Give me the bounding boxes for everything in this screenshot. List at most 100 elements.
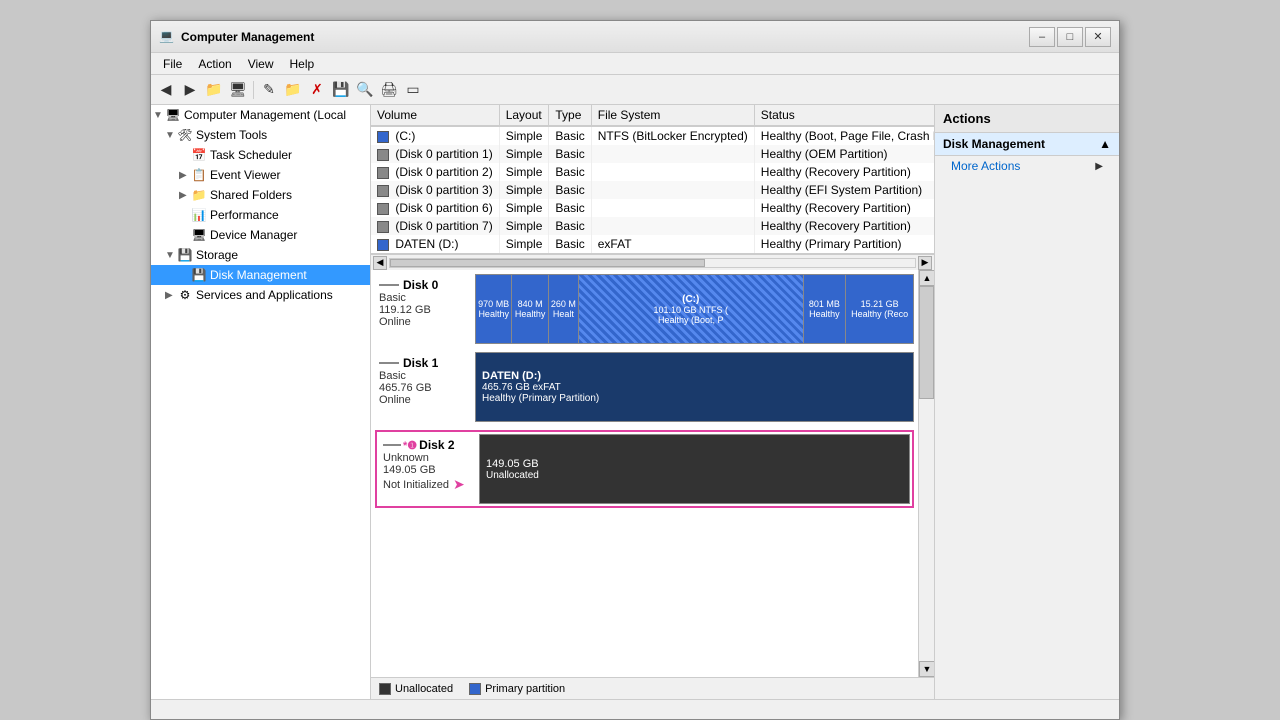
menu-help[interactable]: Help bbox=[282, 55, 323, 73]
cell-volume: (Disk 0 partition 3) bbox=[371, 181, 499, 199]
properties-button[interactable]: ▭ bbox=[402, 79, 424, 101]
arrow-cursor: ➤ bbox=[453, 476, 465, 493]
menu-action[interactable]: Action bbox=[190, 55, 239, 73]
disk0-part-c[interactable]: (C:) 101.10 GB NTFS ( Healthy (Boot, P bbox=[579, 275, 804, 343]
tree-item-computer-mgmt[interactable]: ▼ 🖥 Computer Management (Local bbox=[151, 105, 370, 125]
help-button[interactable]: 🔍 bbox=[354, 79, 376, 101]
disk0-part1[interactable]: 970 MB Healthy bbox=[476, 275, 512, 343]
disk1-size: 465.76 GB bbox=[379, 382, 471, 394]
disk1-part-d[interactable]: DATEN (D:) 465.76 GB exFAT Healthy (Prim… bbox=[476, 353, 913, 421]
v-scroll-track[interactable] bbox=[919, 286, 934, 661]
scroll-left-button[interactable]: ◀ bbox=[373, 256, 387, 270]
disk0-row: Disk 0 Basic 119.12 GB Online 970 MB Hea… bbox=[375, 274, 914, 344]
part-label: 260 M bbox=[551, 299, 576, 309]
table-row[interactable]: (C:) Simple Basic NTFS (BitLocker Encryp… bbox=[371, 126, 934, 145]
tree-panel: ▼ 🖥 Computer Management (Local ▼ 🛠 Syste… bbox=[151, 105, 371, 699]
disk0-part2[interactable]: 840 M Healthy bbox=[512, 275, 548, 343]
computer-icon: 🖥 bbox=[165, 107, 181, 123]
services-icon: ⚙ bbox=[177, 287, 193, 303]
disk0-status: Online bbox=[379, 316, 471, 328]
col-filesystem[interactable]: File System bbox=[591, 105, 754, 126]
configure-button[interactable]: ✎ bbox=[258, 79, 280, 101]
cancel-button[interactable]: ✗ bbox=[306, 79, 328, 101]
actions-section-title[interactable]: Disk Management ▲ bbox=[935, 133, 1119, 156]
tree-item-performance[interactable]: ▶ 📊 Performance bbox=[151, 205, 370, 225]
disk0-part3[interactable]: 260 M Healt bbox=[549, 275, 579, 343]
cell-filesystem bbox=[591, 217, 754, 235]
shared-folders-icon: 📁 bbox=[191, 187, 207, 203]
col-layout[interactable]: Layout bbox=[499, 105, 549, 126]
scroll-track[interactable] bbox=[389, 258, 916, 268]
close-button[interactable]: ✕ bbox=[1085, 27, 1111, 47]
up-button[interactable]: 📁 bbox=[203, 79, 225, 101]
tree-item-services-apps[interactable]: ▶ ⚙ Services and Applications bbox=[151, 285, 370, 305]
forward-button[interactable]: ▶ bbox=[179, 79, 201, 101]
disk0-part6[interactable]: 801 MB Healthy bbox=[804, 275, 847, 343]
part-sublabel: Healthy bbox=[809, 309, 840, 319]
col-type[interactable]: Type bbox=[549, 105, 591, 126]
show-console-button[interactable]: 🖥 bbox=[227, 79, 249, 101]
part-sublabel: 101.10 GB NTFS ( bbox=[653, 305, 728, 315]
cell-volume: (C:) bbox=[371, 126, 499, 145]
tree-label-device-manager: Device Manager bbox=[210, 228, 297, 242]
window-title: Computer Management bbox=[181, 30, 1029, 44]
toolbar: ◀ ▶ 📁 🖥 ✎ 📁 ✗ 💾 🔍 🖨 ▭ bbox=[151, 75, 1119, 105]
cell-filesystem bbox=[591, 181, 754, 199]
unallocated-box bbox=[379, 683, 391, 695]
tree-item-system-tools[interactable]: ▼ 🛠 System Tools bbox=[151, 125, 370, 145]
disk2-container: *❶ Disk 2 Unknown 149.05 GB Not Initiali… bbox=[375, 430, 914, 508]
disk2-unallocated[interactable]: 149.05 GB Unallocated bbox=[480, 435, 909, 503]
unalloc-size: 149.05 GB bbox=[486, 458, 539, 470]
arrow-icon: ▶ bbox=[179, 150, 191, 161]
table-row[interactable]: (Disk 0 partition 1) Simple Basic Health… bbox=[371, 145, 934, 163]
menu-file[interactable]: File bbox=[155, 55, 190, 73]
part-label: 801 MB bbox=[809, 299, 840, 309]
tree-item-storage[interactable]: ▼ 💾 Storage bbox=[151, 245, 370, 265]
tree-item-event-viewer[interactable]: ▶ 📋 Event Viewer bbox=[151, 165, 370, 185]
scroll-thumb[interactable] bbox=[390, 259, 705, 267]
menu-view[interactable]: View bbox=[240, 55, 282, 73]
scroll-up-button[interactable]: ▲ bbox=[919, 270, 934, 286]
maximize-button[interactable]: □ bbox=[1057, 27, 1083, 47]
more-actions-label: More Actions bbox=[951, 159, 1020, 173]
new-window-button[interactable]: 📁 bbox=[282, 79, 304, 101]
disk2-type: Unknown bbox=[383, 452, 475, 464]
tree-item-task-scheduler[interactable]: ▶ 📅 Task Scheduler bbox=[151, 145, 370, 165]
main-content: ▼ 🖥 Computer Management (Local ▼ 🛠 Syste… bbox=[151, 105, 1119, 699]
table-row[interactable]: (Disk 0 partition 2) Simple Basic Health… bbox=[371, 163, 934, 181]
table-row[interactable]: (Disk 0 partition 6) Simple Basic Health… bbox=[371, 199, 934, 217]
disk0-part7[interactable]: 15.21 GB Healthy (Reco bbox=[846, 275, 913, 343]
part-sublabel2: Healthy (Boot, P bbox=[658, 315, 724, 325]
volume-table-area[interactable]: Volume Layout Type File System Status (C… bbox=[371, 105, 934, 254]
horizontal-scrollbar[interactable]: ◀ ▶ bbox=[371, 254, 934, 270]
col-status[interactable]: Status bbox=[754, 105, 934, 126]
tree-label-event-viewer: Event Viewer bbox=[210, 168, 280, 182]
v-scroll-thumb[interactable] bbox=[919, 286, 934, 399]
export-button[interactable]: 💾 bbox=[330, 79, 352, 101]
table-row[interactable]: (Disk 0 partition 3) Simple Basic Health… bbox=[371, 181, 934, 199]
table-row[interactable]: (Disk 0 partition 7) Simple Basic Health… bbox=[371, 217, 934, 235]
primary-box bbox=[469, 683, 481, 695]
col-volume[interactable]: Volume bbox=[371, 105, 499, 126]
cell-type: Basic bbox=[549, 145, 591, 163]
storage-icon: 💾 bbox=[177, 247, 193, 263]
scroll-right-button[interactable]: ▶ bbox=[918, 256, 932, 270]
tree-item-disk-management[interactable]: ▶ 💾 Disk Management bbox=[151, 265, 370, 285]
tree-item-shared-folders[interactable]: ▶ 📁 Shared Folders bbox=[151, 185, 370, 205]
cell-filesystem bbox=[591, 199, 754, 217]
part-sublabel: Healthy (Reco bbox=[851, 309, 908, 319]
disk0-label: Disk 0 Basic 119.12 GB Online bbox=[375, 274, 475, 344]
disk-diagram-area: Disk 0 Basic 119.12 GB Online 970 MB Hea… bbox=[371, 270, 918, 677]
legend-bar: Unallocated Primary partition bbox=[371, 677, 934, 699]
vertical-scrollbar[interactable]: ▲ ▼ bbox=[918, 270, 934, 677]
title-bar: 💻 Computer Management – □ ✕ bbox=[151, 21, 1119, 53]
table-row[interactable]: DATEN (D:) Simple Basic exFAT Healthy (P… bbox=[371, 235, 934, 253]
disk2-partitions: 149.05 GB Unallocated bbox=[479, 434, 910, 504]
tree-item-device-manager[interactable]: ▶ 🖥 Device Manager bbox=[151, 225, 370, 245]
minimize-button[interactable]: – bbox=[1029, 27, 1055, 47]
cell-status: Healthy (Recovery Partition) bbox=[754, 199, 934, 217]
more-actions-link[interactable]: More Actions ▶ bbox=[935, 156, 1119, 176]
print-button[interactable]: 🖨 bbox=[378, 79, 400, 101]
scroll-down-button[interactable]: ▼ bbox=[919, 661, 934, 677]
back-button[interactable]: ◀ bbox=[155, 79, 177, 101]
